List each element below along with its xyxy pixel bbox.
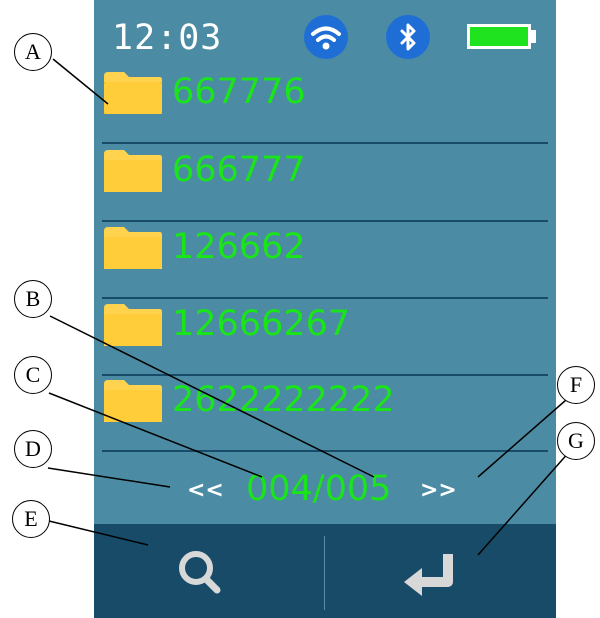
folder-name: 2622222222 — [172, 380, 395, 420]
list-item[interactable]: 12666267 — [102, 298, 548, 376]
callout-d: D — [14, 430, 52, 468]
callout-b: B — [14, 280, 52, 318]
list-item[interactable]: 126662 — [102, 221, 548, 299]
folder-icon — [104, 227, 162, 269]
folder-icon — [104, 72, 162, 114]
callout-a: A — [14, 33, 52, 71]
page-number: 004/005 — [246, 469, 392, 509]
battery-full-icon — [467, 24, 531, 49]
callout-c: C — [14, 356, 52, 394]
folder-name: 666777 — [172, 150, 306, 190]
enter-icon — [404, 554, 453, 596]
search-button[interactable] — [154, 538, 254, 610]
callout-e: E — [12, 500, 50, 538]
folder-name: 12666267 — [172, 304, 351, 344]
next-page-button[interactable]: >> — [420, 478, 457, 503]
folder-icon — [104, 380, 162, 422]
device-screen: 12:03 667776 666777 126662 12666267 2622… — [94, 0, 556, 618]
folder-icon — [104, 150, 162, 192]
pager: << 004/005 >> — [94, 469, 556, 512]
bottom-toolbar — [94, 524, 556, 618]
search-icon — [179, 551, 221, 594]
bluetooth-icon — [386, 15, 430, 59]
list-item[interactable]: 666777 — [102, 144, 548, 222]
callout-g: G — [557, 422, 595, 460]
folder-name: 126662 — [172, 227, 306, 267]
list-item[interactable]: 2622222222 — [102, 374, 548, 452]
folder-name: 667776 — [172, 72, 306, 112]
wifi-icon — [304, 15, 348, 59]
enter-button[interactable] — [384, 538, 484, 610]
battery-tip — [531, 30, 536, 43]
callout-f: F — [557, 366, 595, 404]
list-item[interactable]: 667776 — [102, 66, 548, 144]
folder-icon — [104, 304, 162, 346]
prev-page-button[interactable]: << — [187, 478, 224, 503]
toolbar-divider — [324, 536, 325, 610]
clock: 12:03 — [112, 18, 223, 58]
